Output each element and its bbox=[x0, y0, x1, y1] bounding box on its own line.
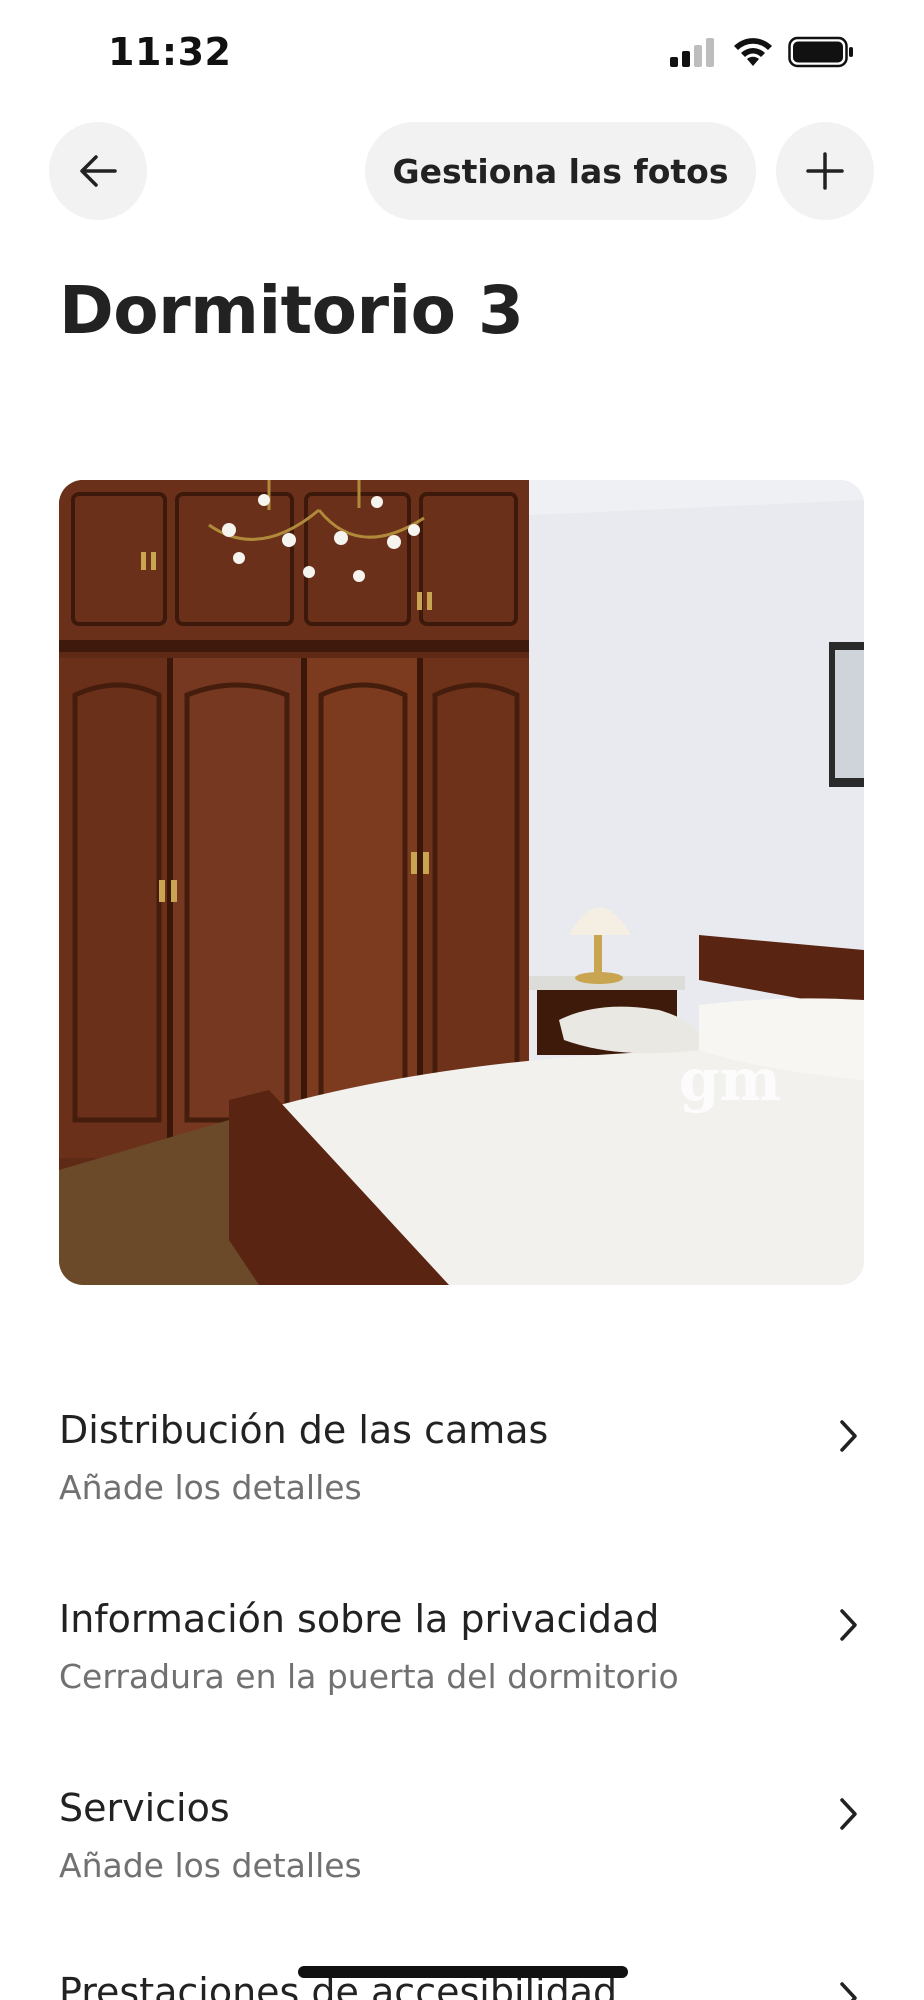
page-title: Dormitorio 3 bbox=[59, 272, 524, 349]
row-subtitle: Cerradura en la puerta del dormitorio bbox=[59, 1657, 679, 1696]
row-title: Servicios bbox=[59, 1786, 230, 1830]
row-title: Información sobre la privacidad bbox=[59, 1597, 660, 1641]
row-title: Distribución de las camas bbox=[59, 1408, 549, 1452]
status-icons bbox=[670, 36, 854, 68]
wifi-icon bbox=[734, 38, 772, 66]
chevron-right-icon bbox=[840, 1420, 857, 1452]
battery-icon bbox=[788, 36, 853, 68]
status-bar: 11:32 bbox=[0, 0, 924, 110]
bed-layout-row[interactable]: Distribución de las camas Añade los deta… bbox=[59, 1408, 869, 1558]
amenities-row[interactable]: Servicios Añade los detalles bbox=[59, 1786, 869, 1936]
row-subtitle: Añade los detalles bbox=[59, 1468, 362, 1507]
back-button[interactable] bbox=[49, 122, 147, 220]
manage-photos-button[interactable]: Gestiona las fotos bbox=[365, 122, 756, 220]
chevron-right-icon bbox=[840, 1609, 857, 1641]
home-indicator bbox=[298, 1966, 628, 1978]
arrow-left-icon bbox=[80, 155, 117, 187]
privacy-info-row[interactable]: Información sobre la privacidad Cerradur… bbox=[59, 1597, 869, 1747]
add-photo-button[interactable] bbox=[776, 122, 874, 220]
room-photo[interactable]: gm bbox=[59, 480, 864, 1285]
row-subtitle: Añade los detalles bbox=[59, 1846, 362, 1885]
photo-watermark: gm bbox=[679, 1046, 781, 1114]
chevron-right-icon bbox=[840, 1798, 857, 1830]
cellular-signal-icon bbox=[670, 38, 714, 67]
status-time: 11:32 bbox=[108, 30, 232, 74]
chevron-right-icon bbox=[840, 1982, 857, 2000]
plus-icon bbox=[806, 152, 844, 190]
